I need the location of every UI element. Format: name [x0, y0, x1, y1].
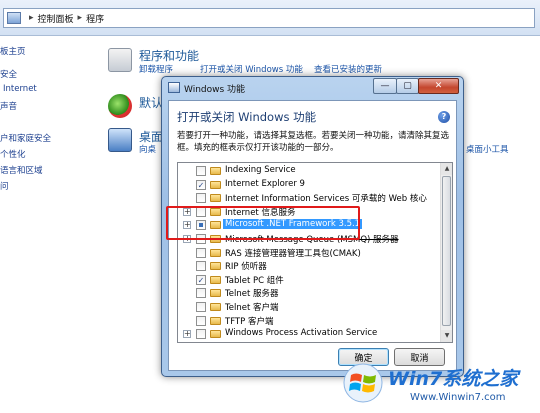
programs-title[interactable]: 程序和功能 — [139, 47, 199, 64]
programs-icon — [108, 48, 132, 72]
default-programs-icon — [108, 94, 132, 118]
nav-item-home[interactable]: 板主页 — [0, 45, 26, 57]
default-programs-title[interactable]: 默认 — [139, 94, 163, 111]
feature-checkbox[interactable] — [196, 166, 206, 176]
dialog-description: 若要打开一种功能，请选择其复选框。若要关闭一种功能，请清除其复选框。填充的框表示… — [177, 131, 450, 153]
feature-label: Internet Explorer 9 — [225, 178, 305, 189]
breadcrumb-separator-icon: ▸ — [77, 13, 83, 23]
scrollbar-thumb[interactable] — [442, 176, 451, 326]
feature-label: Windows Process Activation Service — [225, 328, 378, 339]
folder-icon — [210, 316, 221, 325]
feature-label: Indexing Service — [225, 165, 296, 175]
feature-label: RIP 侦听器 — [225, 262, 267, 273]
feature-row[interactable]: RAS 连接管理器管理工具包(CMAK) — [178, 246, 440, 260]
feature-row[interactable]: Telnet 服务器 — [178, 286, 440, 300]
feature-label: Tablet PC 组件 — [225, 275, 284, 286]
folder-icon — [210, 248, 221, 257]
nav-item-sound[interactable]: 声音 — [0, 100, 17, 112]
folder-icon — [210, 289, 221, 298]
expand-icon[interactable]: + — [183, 330, 191, 339]
feature-label: Telnet 服务器 — [225, 289, 279, 300]
address-bar[interactable]: ▸ 控制面板 ▸ 程序 — [3, 8, 535, 28]
dialog-title: Windows 功能 — [184, 85, 246, 95]
maximize-button[interactable]: ▢ — [396, 78, 419, 94]
desktop-gadgets-link[interactable]: 向桌 — [139, 143, 156, 155]
vertical-scrollbar[interactable]: ▲ ▼ — [440, 163, 452, 342]
turn-windows-features-link[interactable]: 打开或关闭 Windows 功能 — [200, 63, 303, 75]
feature-label: RAS 连接管理器管理工具包(CMAK) — [225, 248, 361, 259]
dialog-titlebar[interactable]: Windows 功能 — ▢ ✕ — [162, 77, 463, 99]
watermark-url: Www.Winwin7.com — [410, 392, 506, 403]
help-icon[interactable]: ? — [438, 111, 450, 123]
watermark-title: Win7系统之家 — [388, 368, 519, 390]
feature-label: TFTP 客户端 — [225, 316, 274, 327]
nav-item-internet[interactable]: Internet — [3, 84, 37, 94]
window-icon — [168, 82, 180, 93]
feature-row[interactable]: + Windows Process Activation Service — [178, 327, 440, 341]
feature-checkbox[interactable] — [196, 302, 206, 312]
feature-label: Internet Information Services 可承载的 Web 核… — [225, 194, 427, 205]
feature-label: Telnet 客户端 — [225, 303, 279, 313]
windows-logo-icon — [343, 363, 383, 403]
feature-checkbox[interactable]: ✓ — [196, 274, 206, 285]
features-tree[interactable]: + Windows Process Activation Service TFTP … — [177, 162, 453, 343]
feature-checkbox[interactable] — [196, 315, 206, 326]
feature-row[interactable]: ✓ Tablet PC 组件 — [178, 273, 440, 287]
feature-checkbox[interactable] — [196, 288, 206, 299]
folder-icon — [210, 303, 221, 311]
desktop-gadgets-icon — [108, 128, 132, 152]
folder-icon — [210, 194, 221, 203]
control-panel-icon — [7, 12, 21, 24]
red-highlight-box — [166, 206, 360, 240]
feature-row[interactable]: TFTP 客户端 — [178, 314, 440, 328]
feature-checkbox[interactable] — [196, 329, 206, 340]
feature-checkbox[interactable] — [196, 247, 206, 258]
nav-item-access[interactable]: 问 — [0, 180, 9, 192]
feature-row[interactable]: Indexing Service — [178, 164, 440, 178]
minimize-button[interactable]: — — [373, 78, 397, 94]
left-navigation: 板主页 安全 Internet 声音 户和家庭安全 个性化 语言和区域 问 — [0, 36, 100, 413]
folder-icon — [210, 180, 221, 189]
breadcrumb-control-panel[interactable]: 控制面板 — [38, 12, 74, 25]
dialog-heading: 打开或关闭 Windows 功能 — [177, 110, 317, 124]
feature-checkbox[interactable] — [196, 193, 206, 204]
address-bar-area: ▸ 控制面板 ▸ 程序 — [0, 0, 540, 36]
feature-row[interactable]: Telnet 客户端 — [178, 300, 440, 314]
breadcrumb-separator-icon: ▸ — [29, 13, 34, 23]
nav-item-language[interactable]: 语言和区域 — [0, 164, 43, 176]
view-installed-updates-link[interactable]: 查看已安装的更新 — [314, 63, 382, 75]
nav-item-family-safety[interactable]: 户和家庭安全 — [0, 132, 51, 144]
breadcrumb-programs[interactable]: 程序 — [86, 12, 104, 25]
feature-checkbox[interactable]: ✓ — [196, 179, 206, 190]
scroll-down-arrow-icon[interactable]: ▼ — [441, 330, 452, 342]
folder-icon — [210, 275, 221, 284]
folder-icon — [210, 330, 221, 339]
close-button[interactable]: ✕ — [418, 78, 459, 94]
feature-checkbox[interactable] — [196, 261, 206, 272]
scroll-up-arrow-icon[interactable]: ▲ — [441, 163, 452, 175]
feature-row[interactable]: Internet Information Services 可承载的 Web 核… — [178, 191, 440, 205]
feature-row[interactable]: RIP 侦听器 — [178, 259, 440, 273]
desktop-gadgets-more-link[interactable]: 桌面小工具 — [466, 143, 509, 155]
nav-item-security[interactable]: 安全 — [0, 68, 17, 80]
feature-row[interactable]: ✓ Internet Explorer 9 — [178, 178, 440, 192]
folder-icon — [210, 167, 221, 175]
nav-item-personalization[interactable]: 个性化 — [0, 148, 26, 160]
folder-icon — [210, 262, 221, 271]
uninstall-program-link[interactable]: 卸载程序 — [139, 63, 173, 75]
